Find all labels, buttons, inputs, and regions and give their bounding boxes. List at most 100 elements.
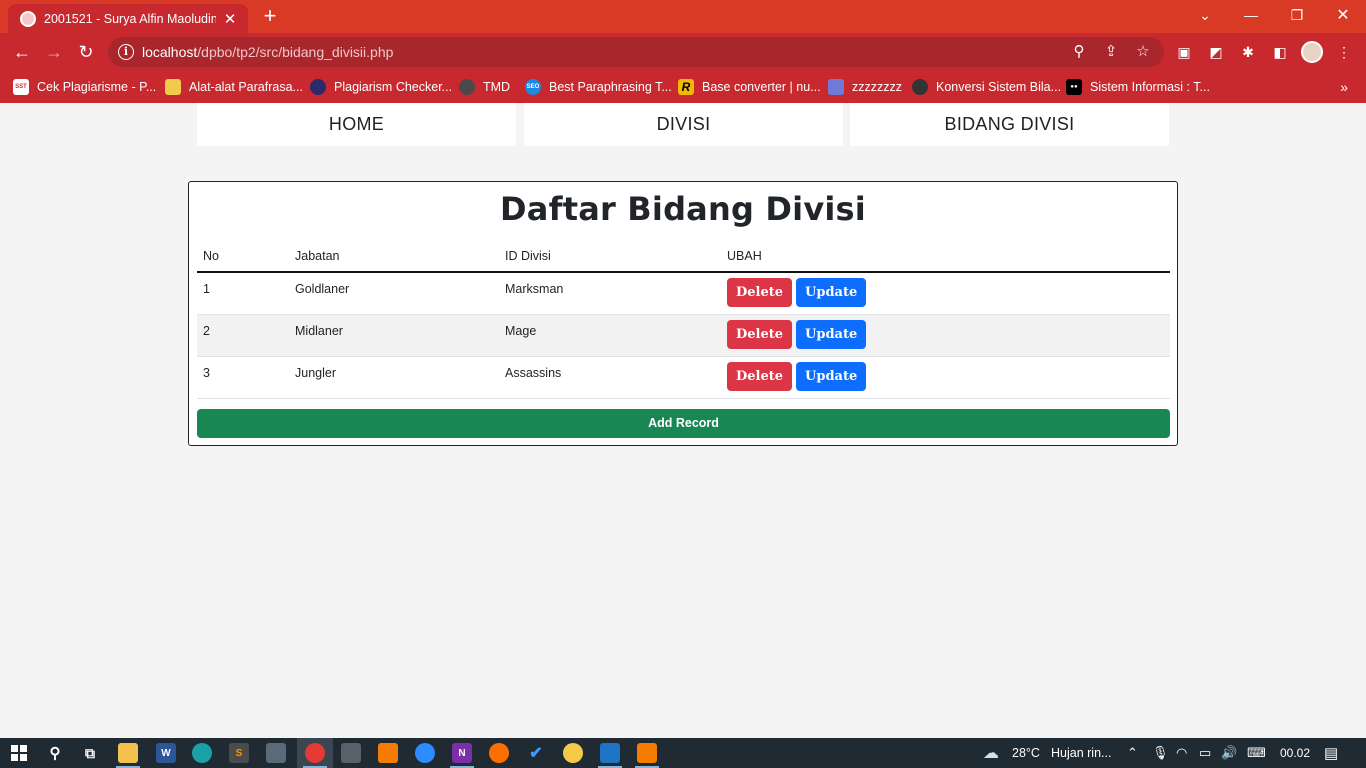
- bookmark-item[interactable]: SEO Best Paraphrasing T...: [525, 76, 672, 98]
- bookmark-item[interactable]: R Base converter | nu...: [678, 76, 821, 98]
- bookmark-star-icon[interactable]: ☆: [1133, 42, 1153, 62]
- address-bar[interactable]: i localhost/dpbo/tp2/src/bidang_divisii.…: [108, 37, 1164, 67]
- battery-icon[interactable]: ▭: [1199, 745, 1211, 761]
- cell-jabatan: Goldlaner: [289, 272, 499, 315]
- microphone-icon[interactable]: 🎙: [1152, 745, 1169, 761]
- firefox-icon[interactable]: [489, 743, 509, 763]
- zoom-app-icon[interactable]: [415, 743, 435, 763]
- cell-no: 2: [197, 314, 289, 357]
- store-icon[interactable]: [266, 743, 286, 763]
- search-icon[interactable]: ⚲: [45, 743, 65, 763]
- wifi-icon[interactable]: ◠: [1176, 745, 1187, 761]
- bookmark-item[interactable]: ●● Sistem Informasi : T...: [1066, 76, 1210, 98]
- back-arrow-icon[interactable]: ←: [10, 40, 34, 64]
- share-icon[interactable]: ⇪: [1101, 42, 1121, 62]
- nav-home[interactable]: HOME: [197, 103, 516, 146]
- xampp-icon[interactable]: [378, 743, 398, 763]
- rapidtables-icon: R: [678, 79, 694, 95]
- delete-button[interactable]: Delete: [727, 278, 793, 307]
- onenote-icon[interactable]: N: [452, 743, 472, 763]
- minimize-button[interactable]: —: [1228, 0, 1274, 30]
- bookmark-item[interactable]: TMD: [459, 76, 510, 98]
- column-header-no: No: [197, 242, 289, 273]
- page-title: Daftar Bidang Divisi: [500, 190, 866, 228]
- bookmark-item[interactable]: Konversi Sistem Bila...: [912, 76, 1061, 98]
- nav-divisi[interactable]: DIVISI: [524, 103, 843, 146]
- media-icon[interactable]: ▣: [1174, 42, 1194, 62]
- bookmark-item[interactable]: Alat-alat Parafrasa...: [165, 76, 303, 98]
- bookmark-item[interactable]: Plagiarism Checker...: [310, 76, 452, 98]
- zoom-icon[interactable]: ⚲: [1069, 42, 1089, 62]
- tab-title: 2001521 - Surya Alfin Maoludin |: [44, 11, 216, 26]
- url-text: localhost/dpbo/tp2/src/bidang_divisii.ph…: [142, 44, 394, 60]
- sst-icon: SST: [13, 79, 29, 95]
- cell-no: 1: [197, 272, 289, 315]
- side-panel-icon[interactable]: ◧: [1270, 42, 1290, 62]
- seo-icon: SEO: [525, 79, 541, 95]
- cell-jabatan: Jungler: [289, 356, 499, 399]
- menu-kebab-icon[interactable]: ⋮: [1334, 42, 1354, 62]
- word-icon[interactable]: W: [156, 743, 176, 763]
- todo-icon[interactable]: ✔: [526, 743, 546, 763]
- bookmarks-more-icon[interactable]: »: [1340, 79, 1348, 95]
- keyboard-icon[interactable]: ⌨: [1247, 745, 1266, 761]
- weather-temperature[interactable]: 28°C: [1012, 746, 1040, 760]
- browser-tab[interactable]: 2001521 - Surya Alfin Maoludin | ✕: [8, 4, 248, 33]
- edge-icon[interactable]: [192, 743, 212, 763]
- chevron-up-icon[interactable]: ⌃: [1127, 745, 1138, 761]
- cell-id-divisi: Marksman: [499, 272, 721, 315]
- bidang-divisi-table: No Jabatan ID Divisi UBAH 1 Goldlaner Ma…: [197, 242, 1170, 399]
- vscode-icon[interactable]: [600, 743, 620, 763]
- volume-icon[interactable]: 🔊: [1221, 745, 1237, 761]
- cell-actions: Delete Update: [721, 272, 1170, 315]
- column-header-id-divisi: ID Divisi: [499, 242, 721, 273]
- nav-bidang-divisi[interactable]: BIDANG DIVISI: [850, 103, 1169, 146]
- site-info-icon[interactable]: i: [118, 44, 134, 60]
- table-header-row: No Jabatan ID Divisi UBAH: [197, 242, 1170, 273]
- close-window-button[interactable]: ✕: [1320, 0, 1366, 30]
- clock[interactable]: 00.02: [1280, 746, 1310, 760]
- forward-arrow-icon[interactable]: →: [42, 40, 66, 64]
- task-view-icon[interactable]: ⧉: [80, 743, 100, 763]
- notifications-icon[interactable]: ▤: [1324, 744, 1338, 762]
- tmd-icon: [459, 79, 475, 95]
- layers-icon: [828, 79, 844, 95]
- delete-button[interactable]: Delete: [727, 319, 793, 349]
- cell-no: 3: [197, 356, 289, 399]
- globe-icon: [20, 10, 36, 27]
- tab-search-button[interactable]: ⌄: [1182, 0, 1228, 30]
- update-button[interactable]: Update: [796, 361, 867, 391]
- restore-button[interactable]: ❐: [1274, 0, 1320, 30]
- sublime-text-icon[interactable]: S: [229, 743, 249, 763]
- windows-taskbar: ⚲ ⧉ W S N ✔ ☁ 28°C Hujan rin... ⌃ 🎙 ◠ ▭ …: [0, 738, 1366, 768]
- cloud-rain-icon[interactable]: ☁: [983, 743, 999, 763]
- extensions-puzzle-icon[interactable]: ✱: [1238, 42, 1258, 62]
- add-record-button[interactable]: Add Record: [197, 409, 1170, 438]
- table-row: 1 Goldlaner Marksman Delete Update: [197, 272, 1170, 315]
- cell-actions: Delete Update: [721, 314, 1170, 357]
- cell-actions: Delete Update: [721, 356, 1170, 399]
- bookmark-item[interactable]: SST Cek Plagiarisme - P...: [13, 76, 156, 98]
- bidang-divisi-card: Daftar Bidang Divisi No Jabatan ID Divis…: [188, 181, 1178, 446]
- reload-icon[interactable]: ↻: [74, 40, 98, 64]
- table-row: 3 Jungler Assassins Delete Update: [197, 356, 1170, 399]
- ninja-icon: [912, 79, 928, 95]
- profile-avatar[interactable]: [1301, 41, 1323, 63]
- calculator-icon[interactable]: [341, 743, 361, 763]
- new-tab-button[interactable]: +: [258, 5, 282, 29]
- weather-description[interactable]: Hujan rin...: [1051, 746, 1111, 760]
- update-button[interactable]: Update: [796, 278, 867, 307]
- cell-id-divisi: Mage: [499, 314, 721, 357]
- file-explorer-icon[interactable]: [118, 743, 138, 763]
- chrome-icon[interactable]: [305, 743, 325, 763]
- windows-start-icon[interactable]: [9, 743, 29, 763]
- tab-close-icon[interactable]: ✕: [222, 10, 238, 28]
- update-button[interactable]: Update: [796, 319, 867, 349]
- medium-icon: ●●: [1066, 79, 1082, 95]
- extension-app-icon[interactable]: ◩: [1206, 42, 1226, 62]
- bookmark-item[interactable]: zzzzzzzz: [828, 76, 902, 98]
- delete-button[interactable]: Delete: [727, 361, 793, 391]
- xampp-control-icon[interactable]: [637, 743, 657, 763]
- chat-app-icon[interactable]: [563, 743, 583, 763]
- table-row: 2 Midlaner Mage Delete Update: [197, 314, 1170, 357]
